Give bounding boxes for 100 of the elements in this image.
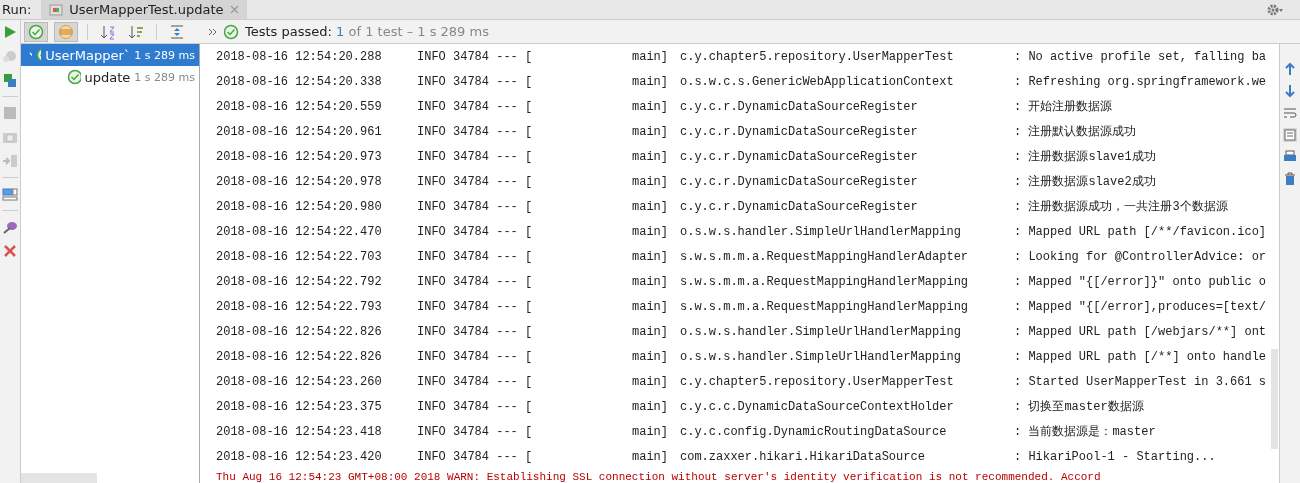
log-timestamp: 2018-08-16 12:54:20.338 [216, 74, 383, 89]
log-timestamp: 2018-08-16 12:54:22.826 [216, 324, 383, 339]
log-timestamp: 2018-08-16 12:54:20.980 [216, 199, 383, 214]
down-arrow-icon[interactable] [1283, 84, 1297, 98]
log-meta: INFO 34784 --- [ [417, 199, 534, 214]
scroll-to-end-icon[interactable] [1283, 128, 1297, 142]
log-logger: c.y.c.r.DynamicDataSourceRegister [680, 149, 919, 164]
log-meta: INFO 34784 --- [ [417, 299, 534, 314]
log-timestamp: 2018-08-16 12:54:20.961 [216, 124, 383, 139]
log-meta: INFO 34784 --- [ [417, 249, 534, 264]
log-thread: main] [632, 349, 669, 364]
log-thread: main] [632, 224, 669, 239]
log-timestamp: 2018-08-16 12:54:22.793 [216, 299, 383, 314]
log-logger: c.y.chapter5.repository.UserMapperTest [680, 49, 955, 64]
scrollbar[interactable] [21, 473, 97, 483]
log-timestamp: 2018-08-16 12:54:20.559 [216, 99, 383, 114]
trash-icon[interactable] [1283, 172, 1297, 186]
log-logger: c.y.c.c.DynamicDataSourceContextHolder [680, 399, 955, 414]
log-logger: c.y.c.r.DynamicDataSourceRegister [680, 124, 919, 139]
log-timestamp: 2018-08-16 12:54:20.978 [216, 174, 383, 189]
log-meta: INFO 34784 --- [ [417, 324, 534, 339]
scrollbar[interactable] [1271, 349, 1279, 449]
wrap-icon[interactable] [1283, 106, 1297, 120]
log-meta: INFO 34784 --- [ [417, 374, 534, 389]
log-logger: com.zaxxer.hikari.HikariDataSource [680, 449, 926, 464]
log-thread: main] [632, 99, 669, 114]
log-meta: INFO 34784 --- [ [417, 49, 534, 64]
log-timestamp: 2018-08-16 12:54:22.470 [216, 224, 383, 239]
test-status: Tests passed: 1 of 1 test – 1 s 289 ms [245, 24, 489, 39]
close-icon[interactable] [229, 5, 239, 14]
tree-item[interactable]: update 1 s 289 ms [21, 66, 199, 88]
log-thread: main] [632, 449, 669, 464]
log-message: : Mapped URL path [/**/favicon.ico] [1014, 224, 1267, 239]
log-timestamp: 2018-08-16 12:54:23.418 [216, 424, 383, 439]
log-logger: o.s.w.s.handler.SimpleUrlHandlerMapping [680, 224, 962, 239]
log-logger: o.s.w.s.handler.SimpleUrlHandlerMapping [680, 349, 962, 364]
log-thread: main] [632, 249, 669, 264]
log-message: : Mapped URL path [/webjars/**] ont [1014, 324, 1267, 339]
run-tab[interactable]: UserMapperTest.update [41, 0, 247, 19]
log-timestamp: 2018-08-16 12:54:22.826 [216, 349, 383, 364]
log-thread: main] [632, 299, 669, 314]
log-thread: main] [632, 49, 669, 64]
log-message: : 当前数据源是：master [1014, 424, 1156, 440]
run-icon[interactable] [2, 24, 18, 40]
log-message: : HikariPool-1 - Starting... [1014, 449, 1216, 464]
log-thread: main] [632, 424, 669, 439]
log-logger: c.y.c.r.DynamicDataSourceRegister [680, 99, 919, 114]
log-meta: INFO 34784 --- [ [417, 174, 534, 189]
log-message: : Mapped "{[/error],produces=[text/ [1014, 299, 1267, 314]
log-message: : 切换至master数据源 [1014, 399, 1144, 415]
log-message: : No active profile set, falling ba [1014, 49, 1267, 64]
print-icon[interactable] [1283, 150, 1297, 164]
log-meta: INFO 34784 --- [ [417, 74, 534, 89]
log-meta: INFO 34784 --- [ [417, 274, 534, 289]
log-timestamp: 2018-08-16 12:54:23.420 [216, 449, 383, 464]
log-logger: c.y.chapter5.repository.UserMapperTest [680, 374, 955, 389]
log-logger: c.y.c.r.DynamicDataSourceRegister [680, 174, 919, 189]
sort-alpha-icon[interactable] [100, 23, 116, 40]
show-passed-toggle[interactable] [24, 21, 48, 42]
log-meta: INFO 34784 --- [ [417, 424, 534, 439]
log-logger: c.y.c.config.DynamicRoutingDataSource [680, 424, 948, 439]
log-message: : 开始注册数据源 [1014, 99, 1113, 115]
log-meta: INFO 34784 --- [ [417, 149, 534, 164]
log-message: : 注册数据源slave2成功 [1014, 174, 1156, 190]
log-message: : Mapped "{[/error]}" onto public o [1014, 274, 1267, 289]
log-logger: s.w.s.m.m.a.RequestMappingHandlerMapping [680, 299, 970, 314]
log-thread: main] [632, 274, 669, 289]
log-message: : Started UserMapperTest in 3.661 s [1014, 374, 1267, 389]
log-logger: o.s.w.s.handler.SimpleUrlHandlerMapping [680, 324, 962, 339]
log-thread: main] [632, 124, 669, 139]
close-icon[interactable] [2, 243, 18, 259]
log-meta: INFO 34784 --- [ [417, 124, 534, 139]
log-logger: o.s.w.c.s.GenericWebApplicationContext [680, 74, 955, 89]
log-thread: main] [632, 374, 669, 389]
up-arrow-icon[interactable] [1283, 62, 1297, 76]
log-logger: c.y.c.r.DynamicDataSourceRegister [680, 199, 919, 214]
run-label: Run: [1, 2, 32, 17]
log-thread: main] [632, 199, 669, 214]
settings-icon[interactable] [1266, 2, 1284, 17]
test-config-icon [49, 3, 64, 16]
log-message: : Looking for @ControllerAdvice: or [1014, 249, 1267, 264]
layout-icon[interactable] [2, 186, 18, 202]
show-ignored-toggle[interactable] [54, 21, 78, 42]
expand-collapse-icon[interactable] [169, 23, 185, 40]
log-message: : Refreshing org.springframework.we [1014, 74, 1267, 89]
sort-duration-icon[interactable] [128, 23, 144, 40]
pin-icon[interactable] [2, 219, 18, 235]
tree-item[interactable]: UserMapper` 1 s 289 ms [21, 44, 199, 66]
log-thread: main] [632, 324, 669, 339]
log-meta: INFO 34784 --- [ [417, 349, 534, 364]
log-thread: main] [632, 399, 669, 414]
log-timestamp: 2018-08-16 12:54:22.792 [216, 274, 383, 289]
log-meta: INFO 34784 --- [ [417, 99, 534, 114]
log-thread: main] [632, 174, 669, 189]
log-message: : 注册默认数据源成功 [1014, 124, 1137, 140]
log-message: : 注册数据源成功，一共注册3个数据源 [1014, 199, 1228, 215]
rerun-icon[interactable] [2, 72, 18, 88]
chevron-icon[interactable] [208, 27, 217, 36]
log-timestamp: 2018-08-16 12:54:23.260 [216, 374, 383, 389]
log-meta: INFO 34784 --- [ [417, 449, 534, 464]
